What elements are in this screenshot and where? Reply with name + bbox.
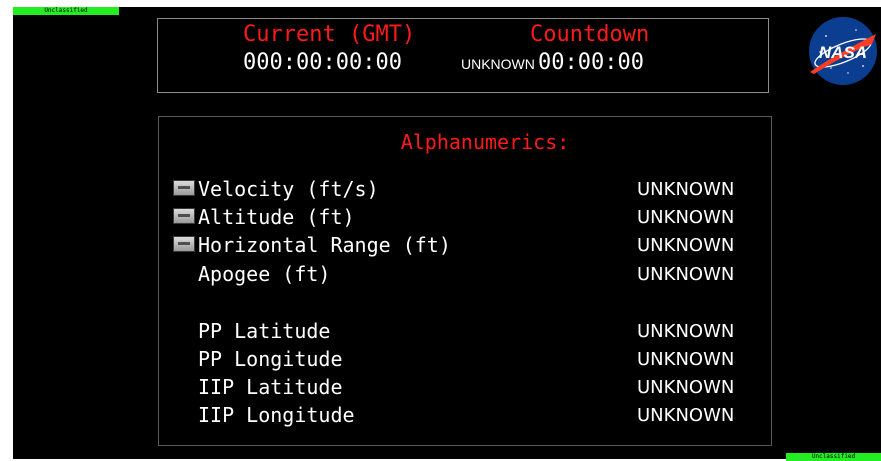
row-value: UNKNOWN bbox=[637, 321, 735, 342]
time-panel: Current (GMT) 000:00:00:00 Countdown UNK… bbox=[157, 18, 769, 93]
current-gmt-label: Current (GMT) bbox=[243, 22, 416, 47]
classification-banner-bottom: Unclassified bbox=[786, 453, 881, 461]
data-row-iip-latitude: IIP Latitude UNKNOWN bbox=[159, 373, 771, 401]
row-value: UNKNOWN bbox=[637, 264, 735, 285]
view-plot-icon[interactable] bbox=[173, 180, 195, 196]
row-value: UNKNOWN bbox=[637, 179, 735, 200]
countdown-label: Countdown bbox=[530, 22, 650, 47]
row-label: Altitude (ft) bbox=[198, 205, 355, 229]
row-value: UNKNOWN bbox=[637, 377, 735, 398]
row-label: PP Latitude bbox=[198, 319, 331, 343]
row-value: UNKNOWN bbox=[637, 349, 735, 370]
row-value: UNKNOWN bbox=[637, 235, 735, 256]
data-row-horizontal-range: Horizontal Range (ft) UNKNOWN bbox=[159, 231, 771, 259]
row-label: IIP Latitude bbox=[198, 375, 343, 399]
data-row-altitude: Altitude (ft) UNKNOWN bbox=[159, 203, 771, 231]
view-plot-icon[interactable] bbox=[173, 208, 195, 224]
nasa-logo-text: NASA bbox=[819, 43, 867, 62]
row-label: IIP Longitude bbox=[198, 403, 355, 427]
countdown-value: 00:00:00 bbox=[538, 50, 644, 75]
nasa-logo: NASA bbox=[808, 16, 878, 86]
row-label: Horizontal Range (ft) bbox=[198, 233, 451, 257]
row-label: PP Longitude bbox=[198, 347, 343, 371]
data-row-pp-longitude: PP Longitude UNKNOWN bbox=[159, 345, 771, 373]
row-value: UNKNOWN bbox=[637, 405, 735, 426]
current-gmt-value: 000:00:00:00 bbox=[243, 50, 402, 75]
alphanumerics-title: Alphanumerics: bbox=[400, 130, 570, 154]
data-row-apogee: Apogee (ft) UNKNOWN bbox=[159, 260, 771, 288]
data-row-velocity: Velocity (ft/s) UNKNOWN bbox=[159, 175, 771, 203]
row-value: UNKNOWN bbox=[637, 207, 735, 228]
data-row-pp-latitude: PP Latitude UNKNOWN bbox=[159, 317, 771, 345]
countdown-status: UNKNOWN bbox=[461, 56, 535, 72]
row-label: Apogee (ft) bbox=[198, 262, 331, 286]
view-plot-icon[interactable] bbox=[173, 236, 195, 252]
data-row-iip-longitude: IIP Longitude UNKNOWN bbox=[159, 401, 771, 429]
classification-banner-top: Unclassified bbox=[13, 7, 119, 15]
alphanumerics-panel: Alphanumerics: Velocity (ft/s) UNKNOWN A… bbox=[158, 116, 772, 446]
row-label: Velocity (ft/s) bbox=[198, 177, 379, 201]
